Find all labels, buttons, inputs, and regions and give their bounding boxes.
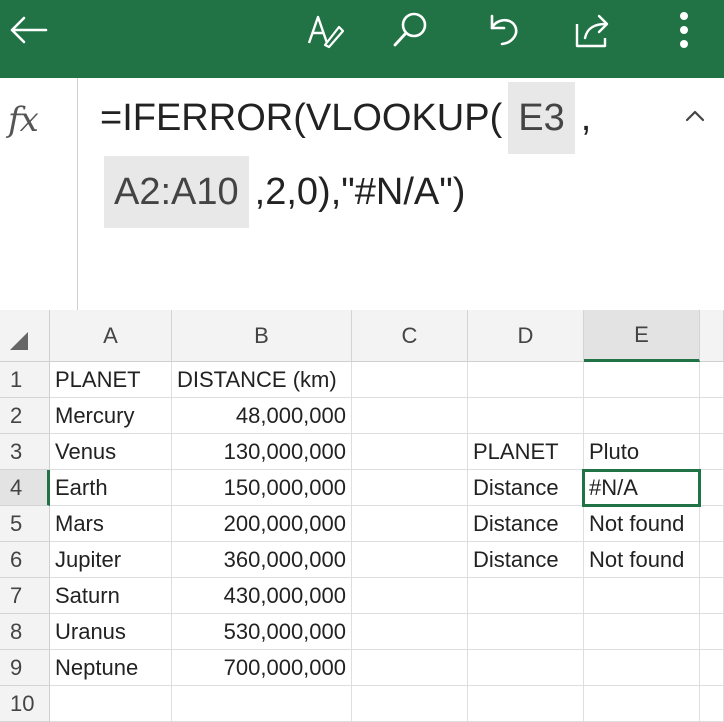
more-vertical-icon[interactable] xyxy=(664,0,704,60)
formula-reference-e3[interactable]: E3 xyxy=(508,82,575,154)
cell-a6[interactable]: Jupiter xyxy=(50,542,172,578)
cell-overflow xyxy=(700,542,724,578)
cell-b10[interactable] xyxy=(172,686,352,722)
formula-prefix: =IFERROR(VLOOKUP( xyxy=(100,96,503,139)
cell-b9[interactable]: 700,000,000 xyxy=(172,650,352,686)
cell-a4[interactable]: Earth xyxy=(50,470,172,506)
cell-overflow xyxy=(700,614,724,650)
row-header-7[interactable]: 7 xyxy=(0,578,50,614)
cell-e6[interactable]: Not found xyxy=(584,542,700,578)
undo-icon[interactable] xyxy=(478,0,526,60)
cell-overflow xyxy=(700,362,724,398)
cell-a5[interactable]: Mars xyxy=(50,506,172,542)
cell-c5[interactable] xyxy=(352,506,468,542)
cell-e9[interactable] xyxy=(584,650,700,686)
cell-d6[interactable]: Distance xyxy=(468,542,584,578)
row-header-2[interactable]: 2 xyxy=(0,398,50,434)
cell-b7[interactable]: 430,000,000 xyxy=(172,578,352,614)
cell-d7[interactable] xyxy=(468,578,584,614)
cell-b6[interactable]: 360,000,000 xyxy=(172,542,352,578)
cell-e3[interactable]: Pluto xyxy=(584,434,700,470)
cell-c7[interactable] xyxy=(352,578,468,614)
app-toolbar xyxy=(0,0,724,78)
cell-e10[interactable] xyxy=(584,686,700,722)
cell-b8[interactable]: 530,000,000 xyxy=(172,614,352,650)
fx-label: fx xyxy=(8,100,39,140)
cell-e1[interactable] xyxy=(584,362,700,398)
cell-overflow xyxy=(700,578,724,614)
formula-text-line-1[interactable]: =IFERROR(VLOOKUP(E3, xyxy=(100,82,591,154)
cell-a2[interactable]: Mercury xyxy=(50,398,172,434)
cell-overflow xyxy=(700,686,724,722)
cell-b1[interactable]: DISTANCE (km) xyxy=(172,362,352,398)
cell-c4[interactable] xyxy=(352,470,468,506)
column-header-c[interactable]: C xyxy=(352,310,468,362)
formula-bar[interactable]: fx =IFERROR(VLOOKUP(E3, A2:A10,2,0),"#N/… xyxy=(0,78,724,310)
cell-e5[interactable]: Not found xyxy=(584,506,700,542)
cell-c10[interactable] xyxy=(352,686,468,722)
cell-b2[interactable]: 48,000,000 xyxy=(172,398,352,434)
column-header-overflow xyxy=(700,310,724,362)
select-all-corner[interactable] xyxy=(0,310,50,362)
share-icon[interactable] xyxy=(568,0,616,60)
cell-e2[interactable] xyxy=(584,398,700,434)
cell-a3[interactable]: Venus xyxy=(50,434,172,470)
cell-c9[interactable] xyxy=(352,650,468,686)
row-header-8[interactable]: 8 xyxy=(0,614,50,650)
cell-d9[interactable] xyxy=(468,650,584,686)
row-header-3[interactable]: 3 xyxy=(0,434,50,470)
cell-d8[interactable] xyxy=(468,614,584,650)
cell-b4[interactable]: 150,000,000 xyxy=(172,470,352,506)
column-header-a[interactable]: A xyxy=(50,310,172,362)
cell-d1[interactable] xyxy=(468,362,584,398)
cell-c6[interactable] xyxy=(352,542,468,578)
formula-reference-range[interactable]: A2:A10 xyxy=(104,156,249,228)
cell-c2[interactable] xyxy=(352,398,468,434)
column-header-e[interactable]: E xyxy=(584,310,700,362)
cell-a1[interactable]: PLANET xyxy=(50,362,172,398)
row-header-5[interactable]: 5 xyxy=(0,506,50,542)
column-header-b[interactable]: B xyxy=(172,310,352,362)
cell-e7[interactable] xyxy=(584,578,700,614)
cell-a10[interactable] xyxy=(50,686,172,722)
collapse-chevron-icon[interactable] xyxy=(684,108,706,127)
cell-a8[interactable]: Uranus xyxy=(50,614,172,650)
row-header-4[interactable]: 4 xyxy=(0,470,50,506)
cell-a7[interactable]: Saturn xyxy=(50,578,172,614)
row-header-10[interactable]: 10 xyxy=(0,686,50,722)
cell-overflow xyxy=(700,506,724,542)
cell-d2[interactable] xyxy=(468,398,584,434)
cell-overflow xyxy=(700,650,724,686)
column-header-d[interactable]: D xyxy=(468,310,584,362)
cell-c1[interactable] xyxy=(352,362,468,398)
cell-overflow xyxy=(700,434,724,470)
cell-e8[interactable] xyxy=(584,614,700,650)
formula-divider xyxy=(77,78,78,310)
cell-overflow xyxy=(700,470,724,506)
cell-a9[interactable]: Neptune xyxy=(50,650,172,686)
cell-d4[interactable]: Distance xyxy=(468,470,584,506)
cell-d10[interactable] xyxy=(468,686,584,722)
cell-c3[interactable] xyxy=(352,434,468,470)
row-header-9[interactable]: 9 xyxy=(0,650,50,686)
cell-d5[interactable]: Distance xyxy=(468,506,584,542)
row-header-1[interactable]: 1 xyxy=(0,362,50,398)
cell-b5[interactable]: 200,000,000 xyxy=(172,506,352,542)
formula-suffix: ,2,0),"#N/A") xyxy=(254,170,466,213)
spreadsheet-grid[interactable]: A B C D E 1 PLANET DISTANCE (km) 2 Mercury 48,000,… xyxy=(0,310,724,722)
cell-c8[interactable] xyxy=(352,614,468,650)
search-icon[interactable] xyxy=(386,0,434,60)
cell-e4[interactable]: #N/A xyxy=(584,470,700,506)
row-header-6[interactable]: 6 xyxy=(0,542,50,578)
cell-d3[interactable]: PLANET xyxy=(468,434,584,470)
cell-overflow xyxy=(700,398,724,434)
formula-comma: , xyxy=(580,96,592,139)
back-arrow-icon[interactable] xyxy=(6,0,50,60)
cell-b3[interactable]: 130,000,000 xyxy=(172,434,352,470)
formula-text-line-2[interactable]: A2:A10,2,0),"#N/A") xyxy=(100,156,465,228)
draw-pen-icon[interactable] xyxy=(300,0,348,60)
